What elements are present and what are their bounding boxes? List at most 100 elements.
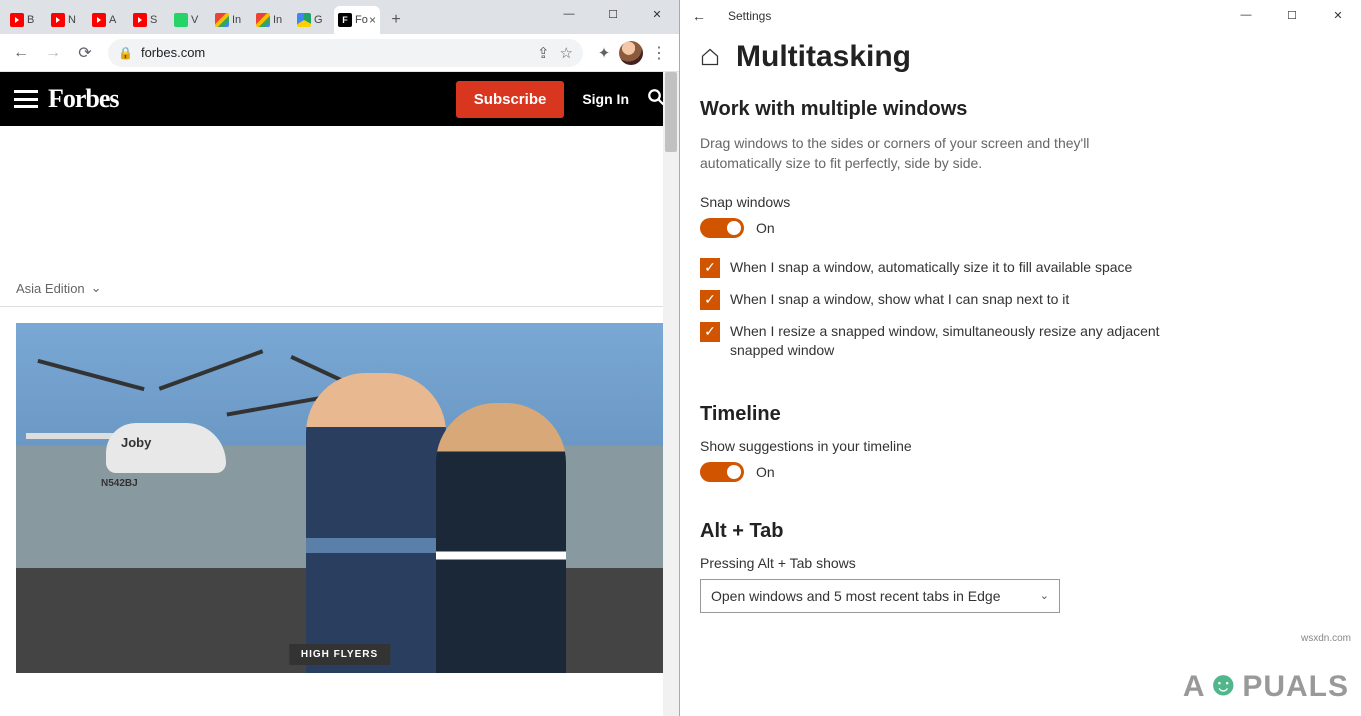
scrollbar-thumb[interactable] (665, 72, 677, 152)
tab-7[interactable]: G (293, 6, 334, 34)
youtube-icon (92, 13, 106, 27)
close-window-button[interactable]: ✕ (1315, 0, 1361, 30)
reload-button[interactable]: ⟳ (70, 38, 100, 68)
tab-close-icon[interactable]: × (369, 13, 376, 27)
forbes-icon: F (338, 13, 352, 27)
chrome-window: B N A S V In In G FFo× + — ☐ ✕ ← → ⟳ 🔒 (0, 0, 680, 716)
tab-1[interactable]: N (47, 6, 88, 34)
home-icon[interactable] (700, 47, 720, 67)
settings-titlebar: ← Settings — ☐ ✕ (680, 0, 1361, 32)
minimize-button[interactable]: — (1223, 0, 1269, 30)
address-bar[interactable]: 🔒 forbes.com ⇪ ☆ (108, 39, 583, 67)
section-heading-timeline: Timeline (700, 403, 1341, 426)
chevron-down-icon: ⌄ (1040, 589, 1049, 602)
vertical-scrollbar[interactable] (663, 72, 679, 716)
tab-label: A (109, 14, 116, 26)
checkbox-label: When I snap a window, show what I can sn… (730, 290, 1069, 310)
section-heading-windows: Work with multiple windows (700, 98, 1341, 121)
close-window-button[interactable]: ✕ (635, 0, 679, 28)
hero-image: N542BJ HIGH FLYERS (16, 323, 663, 673)
chrome-window-controls: — ☐ ✕ (547, 0, 679, 28)
extensions-icon[interactable]: ✦ (591, 40, 617, 66)
article-tag: HIGH FLYERS (289, 644, 390, 665)
forbes-logo[interactable]: Forbes (48, 84, 119, 114)
snap-windows-toggle[interactable] (700, 218, 744, 238)
settings-window-controls: — ☐ ✕ (1223, 0, 1361, 30)
tab-5[interactable]: In (211, 6, 252, 34)
tab-2[interactable]: A (88, 6, 129, 34)
section-description: Drag windows to the sides or corners of … (700, 133, 1160, 174)
gmail-icon (215, 13, 229, 27)
forbes-header: Forbes Subscribe Sign In (0, 72, 679, 126)
lock-icon: 🔒 (118, 46, 133, 60)
checkbox-snapassist[interactable]: ✓ (700, 290, 720, 310)
settings-window: ← Settings — ☐ ✕ Multitasking Work with … (680, 0, 1361, 716)
snap-windows-label: Snap windows (700, 194, 1341, 210)
checkbox-label: When I snap a window, automatically size… (730, 258, 1132, 278)
youtube-icon (133, 13, 147, 27)
helicopter-illustration: N542BJ (26, 363, 306, 503)
tab-label: V (191, 14, 198, 26)
source-watermark: wsxdn.com (1301, 633, 1351, 644)
youtube-icon (51, 13, 65, 27)
whatsapp-icon (174, 13, 188, 27)
dropdown-selected: Open windows and 5 most recent tabs in E… (711, 588, 1001, 604)
alttab-label: Pressing Alt + Tab shows (700, 555, 1341, 571)
watermark-face-icon: ☻ (1206, 665, 1243, 704)
tab-4[interactable]: V (170, 6, 211, 34)
settings-content: Multitasking Work with multiple windows … (680, 32, 1361, 613)
tab-label: B (27, 14, 34, 26)
settings-app-title: Settings (728, 9, 771, 23)
checkbox-row-autosize: ✓ When I snap a window, automatically si… (700, 258, 1160, 278)
sign-in-link[interactable]: Sign In (582, 91, 629, 107)
chevron-down-icon: ⌄ (91, 280, 102, 296)
share-icon[interactable]: ⇪ (537, 44, 550, 62)
gmail-icon (256, 13, 270, 27)
tab-label: In (273, 14, 282, 26)
edition-selector[interactable]: Asia Edition ⌄ (0, 266, 679, 307)
tab-6[interactable]: In (252, 6, 293, 34)
checkbox-autosize[interactable]: ✓ (700, 258, 720, 278)
timeline-toggle[interactable] (700, 462, 744, 482)
alttab-dropdown[interactable]: Open windows and 5 most recent tabs in E… (700, 579, 1060, 613)
url-text: forbes.com (141, 45, 205, 60)
aircraft-registration: N542BJ (101, 478, 138, 489)
settings-back-button[interactable]: ← (692, 8, 720, 24)
people-illustration (306, 363, 586, 673)
section-heading-alttab: Alt + Tab (700, 520, 1341, 543)
snap-windows-toggle-row: On (700, 218, 1341, 238)
tab-label: In (232, 14, 241, 26)
back-button[interactable]: ← (6, 38, 36, 68)
chrome-toolbar: ← → ⟳ 🔒 forbes.com ⇪ ☆ ✦ ⋮ (0, 34, 679, 72)
settings-page-header: Multitasking (700, 40, 1341, 74)
checkbox-label: When I resize a snapped window, simultan… (730, 322, 1160, 361)
tab-0[interactable]: B (6, 6, 47, 34)
tab-label: S (150, 14, 157, 26)
timeline-toggle-row: On (700, 462, 1341, 482)
forward-button[interactable]: → (38, 38, 68, 68)
minimize-button[interactable]: — (547, 0, 591, 28)
tab-label: G (314, 14, 323, 26)
maximize-button[interactable]: ☐ (1269, 0, 1315, 30)
appuals-watermark: A ☻ PUALS (1183, 667, 1349, 706)
hero-article[interactable]: N542BJ HIGH FLYERS (0, 307, 679, 689)
hamburger-icon[interactable] (14, 90, 38, 108)
maximize-button[interactable]: ☐ (591, 0, 635, 28)
toggle-state: On (756, 220, 775, 236)
youtube-icon (10, 13, 24, 27)
tabstrip: B N A S V In In G FFo× + (0, 0, 408, 34)
toggle-state: On (756, 464, 775, 480)
chrome-menu-icon[interactable]: ⋮ (645, 43, 673, 63)
profile-avatar[interactable] (619, 41, 643, 65)
bookmark-icon[interactable]: ☆ (560, 44, 573, 62)
edition-label: Asia Edition (16, 281, 85, 296)
forbes-body: Asia Edition ⌄ N542BJ (0, 266, 679, 689)
tab-3[interactable]: S (129, 6, 170, 34)
tab-8-active[interactable]: FFo× (334, 6, 380, 34)
subscribe-button[interactable]: Subscribe (456, 81, 565, 118)
page-title: Multitasking (736, 40, 911, 74)
checkbox-resize[interactable]: ✓ (700, 322, 720, 342)
new-tab-button[interactable]: + (384, 8, 408, 32)
chrome-titlebar: B N A S V In In G FFo× + — ☐ ✕ (0, 0, 679, 34)
drive-icon (297, 13, 311, 27)
